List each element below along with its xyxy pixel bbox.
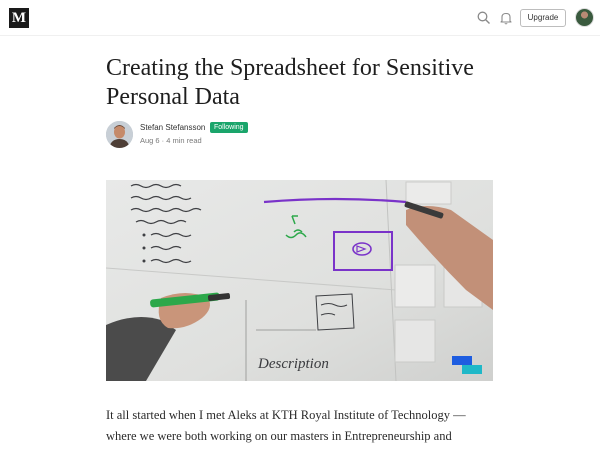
following-button[interactable]: Following	[210, 122, 248, 133]
text-fade-overlay	[106, 440, 506, 450]
bell-icon[interactable]	[498, 10, 514, 26]
search-icon[interactable]	[476, 10, 492, 26]
author-photo	[106, 121, 133, 148]
medium-logo[interactable]: M	[9, 8, 29, 28]
body-line: It all started when I met Aleks at KTH R…	[106, 408, 466, 422]
user-avatar[interactable]	[575, 8, 594, 27]
hero-image: Description	[106, 180, 493, 381]
upgrade-button[interactable]: Upgrade	[520, 9, 566, 27]
author-avatar[interactable]	[106, 121, 133, 148]
whiteboard-description-text: Description	[257, 356, 329, 372]
whiteboard-photo: Description	[106, 180, 493, 381]
author-name[interactable]: Stefan Stefansson	[140, 123, 205, 132]
article-title: Creating the Spreadsheet for Sensitive P…	[106, 55, 474, 110]
article-meta: Aug 6 · 4 min read	[140, 136, 202, 145]
top-navigation-bar: M Upgrade	[0, 0, 600, 36]
